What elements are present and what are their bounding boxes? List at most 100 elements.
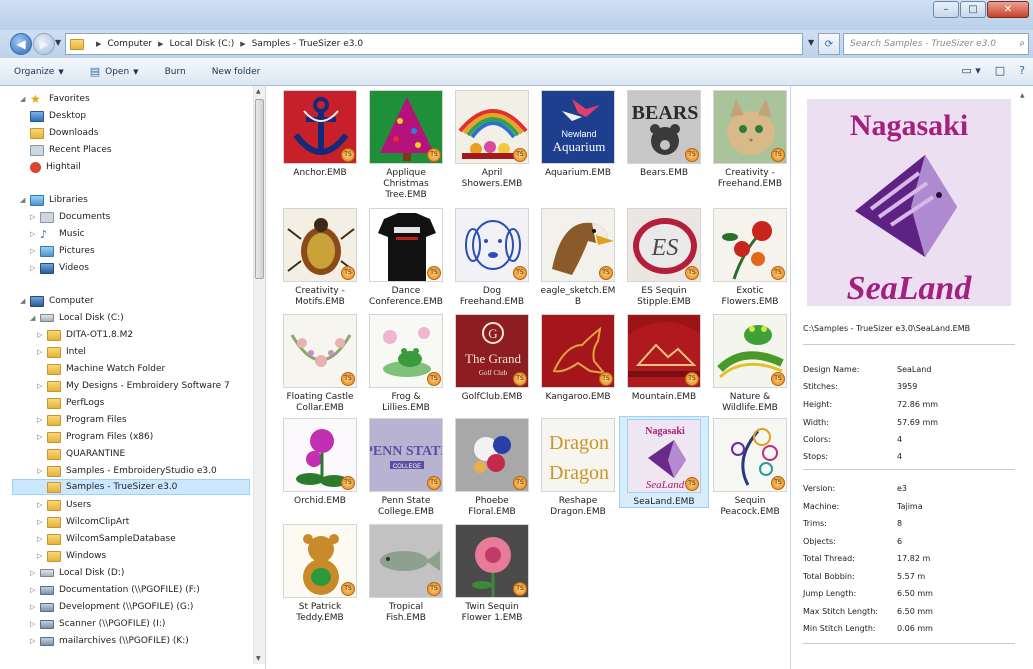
close-button[interactable]: ✕ bbox=[987, 1, 1029, 18]
tree-item-intel[interactable]: ▷ Intel bbox=[37, 344, 86, 360]
file-tile-exotic-flowers[interactable]: TS Exotic Flowers.EMB bbox=[707, 208, 793, 308]
chevron-right-icon[interactable]: ▶ bbox=[240, 40, 245, 48]
file-tile-es-sequin-stipple[interactable]: ES TS ES Sequin Stipple.EMB bbox=[621, 208, 707, 308]
breadcrumb-local-disk[interactable]: Local Disk (C:) bbox=[170, 39, 235, 49]
tree-item-program-files[interactable]: ▷ Program Files bbox=[37, 412, 127, 428]
expand-icon[interactable]: ▷ bbox=[30, 620, 38, 628]
organize-menu[interactable]: Organize ▼ bbox=[14, 67, 64, 77]
expand-icon[interactable]: ▷ bbox=[37, 348, 45, 356]
maximize-button[interactable]: □ bbox=[960, 1, 986, 18]
tree-item-videos[interactable]: ▷ Videos bbox=[30, 260, 89, 276]
tree-item-local-disk-d[interactable]: ▷ Local Disk (D:) bbox=[30, 565, 124, 581]
expand-icon[interactable]: ◢ bbox=[20, 196, 28, 204]
file-tile-orchid[interactable]: TS Orchid.EMB bbox=[277, 418, 363, 507]
expand-icon[interactable]: ▷ bbox=[37, 382, 45, 390]
file-tile-tropical-fish[interactable]: TS Tropical Fish.EMB bbox=[363, 524, 449, 624]
file-tile-bears[interactable]: BEARS TS Bears.EMB bbox=[621, 90, 707, 179]
minimize-button[interactable]: – bbox=[933, 1, 959, 18]
tree-item-development-g[interactable]: ▷ Development (\\PGOFILE) (G:) bbox=[30, 599, 193, 615]
chevron-right-icon[interactable]: ▶ bbox=[96, 40, 101, 48]
tree-item-windows[interactable]: ▷ Windows bbox=[37, 548, 106, 564]
expand-icon[interactable]: ▷ bbox=[30, 213, 38, 221]
file-tile-st-patrick-teddy[interactable]: TS St Patrick Teddy.EMB bbox=[277, 524, 363, 624]
expand-icon[interactable]: ▷ bbox=[30, 603, 38, 611]
file-tile-aquarium[interactable]: Newland Aquarium Aquarium.EMB bbox=[535, 90, 621, 179]
search-input[interactable]: Search Samples - TrueSizer e3.0 ⌕ bbox=[843, 33, 1029, 55]
expand-icon[interactable]: ▷ bbox=[37, 535, 45, 543]
history-dropdown-icon[interactable]: ▼ bbox=[55, 38, 61, 47]
tree-item-machine-watch-folder[interactable]: Machine Watch Folder bbox=[37, 361, 165, 377]
expand-icon[interactable]: ▷ bbox=[37, 501, 45, 509]
tree-item-perflogs[interactable]: PerfLogs bbox=[37, 395, 104, 411]
expand-icon[interactable]: ▷ bbox=[37, 331, 45, 339]
expand-icon[interactable]: ▷ bbox=[30, 264, 38, 272]
file-tile-reshape-dragon[interactable]: Dragon Dragon Reshape Dragon.EMB bbox=[535, 418, 621, 518]
tree-item-recent-places[interactable]: Recent Places bbox=[30, 142, 112, 158]
tree-item-documents[interactable]: ▷ Documents bbox=[30, 209, 110, 225]
tree-item-program-files-x86[interactable]: ▷ Program Files (x86) bbox=[37, 429, 153, 445]
open-menu[interactable]: ▤ Open ▼ bbox=[90, 65, 139, 78]
file-tile-sequin-peacock[interactable]: TS Sequin Peacock.EMB bbox=[707, 418, 793, 518]
help-icon[interactable]: ? bbox=[1019, 64, 1025, 77]
file-tile-penn-state-college[interactable]: PENN STATE COLLEGE TS Penn StateCollege.E… bbox=[363, 418, 449, 518]
file-tile-anchor[interactable]: TS Anchor.EMB bbox=[277, 90, 363, 179]
expand-icon[interactable]: ◢ bbox=[20, 297, 28, 305]
address-bar[interactable]: ▶ Computer ▶ Local Disk (C:) ▶ Samples -… bbox=[65, 33, 803, 55]
tree-item-scanner-i[interactable]: ▷ Scanner (\\PGOFILE) (I:) bbox=[30, 616, 165, 632]
address-dropdown-icon[interactable]: ▼ bbox=[808, 38, 814, 47]
expand-icon[interactable]: ◢ bbox=[30, 314, 38, 322]
breadcrumb-samples[interactable]: Samples - TrueSizer e3.0 bbox=[252, 39, 363, 49]
expand-icon[interactable]: ▷ bbox=[30, 247, 38, 255]
tree-item-hightail[interactable]: Hightail bbox=[30, 159, 81, 175]
tree-item-computer[interactable]: ◢ Computer bbox=[20, 293, 94, 309]
chevron-right-icon[interactable]: ▶ bbox=[158, 40, 163, 48]
tree-item-wilcom-sample-db[interactable]: ▷ WilcomSampleDatabase bbox=[37, 531, 176, 547]
file-tile-floating-castle-collar[interactable]: TS Floating Castle Collar.EMB bbox=[277, 314, 363, 414]
tree-item-pictures[interactable]: ▷ Pictures bbox=[30, 243, 95, 259]
scroll-up-icon[interactable]: ▲ bbox=[1020, 92, 1025, 99]
preview-pane-icon[interactable]: □ bbox=[995, 64, 1005, 77]
refresh-button[interactable]: ⟳ bbox=[818, 33, 840, 55]
expand-icon[interactable]: ▷ bbox=[30, 637, 38, 645]
tree-item-quarantine[interactable]: QUARANTINE bbox=[37, 446, 125, 462]
file-tile-eagle-sketch[interactable]: TS eagle_sketch.EM B bbox=[535, 208, 621, 308]
tree-item-desktop[interactable]: Desktop bbox=[30, 108, 86, 124]
expand-icon[interactable]: ▷ bbox=[37, 416, 45, 424]
file-tile-kangaroo[interactable]: TS Kangaroo.EMB bbox=[535, 314, 621, 403]
tree-item-mailarchives-k[interactable]: ▷ mailarchives (\\PGOFILE) (K:) bbox=[30, 633, 189, 649]
preview-scrollbar[interactable]: ▲ bbox=[1020, 90, 1030, 664]
file-tile-sealand[interactable]: Nagasaki SeaLand TS SeaLand.EMB bbox=[619, 416, 709, 508]
file-tile-applique-christmas-tree[interactable]: TS Applique Christmas Tree.EMB bbox=[363, 90, 449, 201]
file-tile-frog-lillies[interactable]: TS Frog & Lillies.EMB bbox=[363, 314, 449, 414]
tree-item-my-designs[interactable]: ▷ My Designs - Embroidery Software 7 bbox=[37, 378, 230, 394]
expand-icon[interactable]: ▷ bbox=[30, 230, 38, 238]
scroll-up-icon[interactable]: ▲ bbox=[256, 88, 261, 95]
expand-icon[interactable]: ▷ bbox=[37, 467, 45, 475]
file-tile-dance-conference[interactable]: TS Dance Conference.EMB bbox=[363, 208, 449, 308]
tree-item-favorites[interactable]: ◢ ★ Favorites bbox=[20, 91, 90, 107]
view-options-icon[interactable]: ▭ ▾ bbox=[961, 64, 980, 77]
expand-icon[interactable]: ▷ bbox=[37, 518, 45, 526]
nav-scrollbar[interactable]: ▲ ▼ bbox=[253, 86, 265, 664]
file-tile-golfclub[interactable]: G The Grand Golf Club TS GolfClub.EMB bbox=[449, 314, 535, 403]
back-button[interactable]: ◀ bbox=[10, 33, 32, 55]
tree-item-music[interactable]: ▷ ♪ Music bbox=[30, 226, 85, 242]
expand-icon[interactable]: ▷ bbox=[37, 552, 45, 560]
tree-item-downloads[interactable]: Downloads bbox=[30, 125, 98, 141]
tree-item-users[interactable]: ▷ Users bbox=[37, 497, 91, 513]
expand-icon[interactable]: ▷ bbox=[37, 433, 45, 441]
new-folder-button[interactable]: New folder bbox=[212, 67, 261, 77]
tree-item-documentation-f[interactable]: ▷ Documentation (\\PGOFILE) (F:) bbox=[30, 582, 200, 598]
file-tile-phoebe-floral[interactable]: TS Phoebe Floral.EMB bbox=[449, 418, 535, 518]
tree-item-libraries[interactable]: ◢ Libraries bbox=[20, 192, 88, 208]
file-tile-twin-sequin-flower[interactable]: TS Twin Sequin Flower 1.EMB bbox=[449, 524, 535, 624]
file-tile-april-showers[interactable]: TS April Showers.EMB bbox=[449, 90, 535, 190]
tree-item-samples-truesizer[interactable]: Samples - TrueSizer e3.0 bbox=[12, 479, 250, 495]
burn-button[interactable]: Burn bbox=[165, 67, 186, 77]
expand-icon[interactable]: ▷ bbox=[30, 569, 38, 577]
breadcrumb-computer[interactable]: Computer bbox=[107, 39, 152, 49]
file-tile-creativity-motifs[interactable]: TS Creativity - Motifs.EMB bbox=[277, 208, 363, 308]
scrollbar-thumb[interactable] bbox=[255, 99, 264, 279]
file-tile-dog-freehand[interactable]: TS Dog Freehand.EMB bbox=[449, 208, 535, 308]
file-tile-creativity-freehand[interactable]: TS Creativity - Freehand.EMB bbox=[707, 90, 793, 190]
